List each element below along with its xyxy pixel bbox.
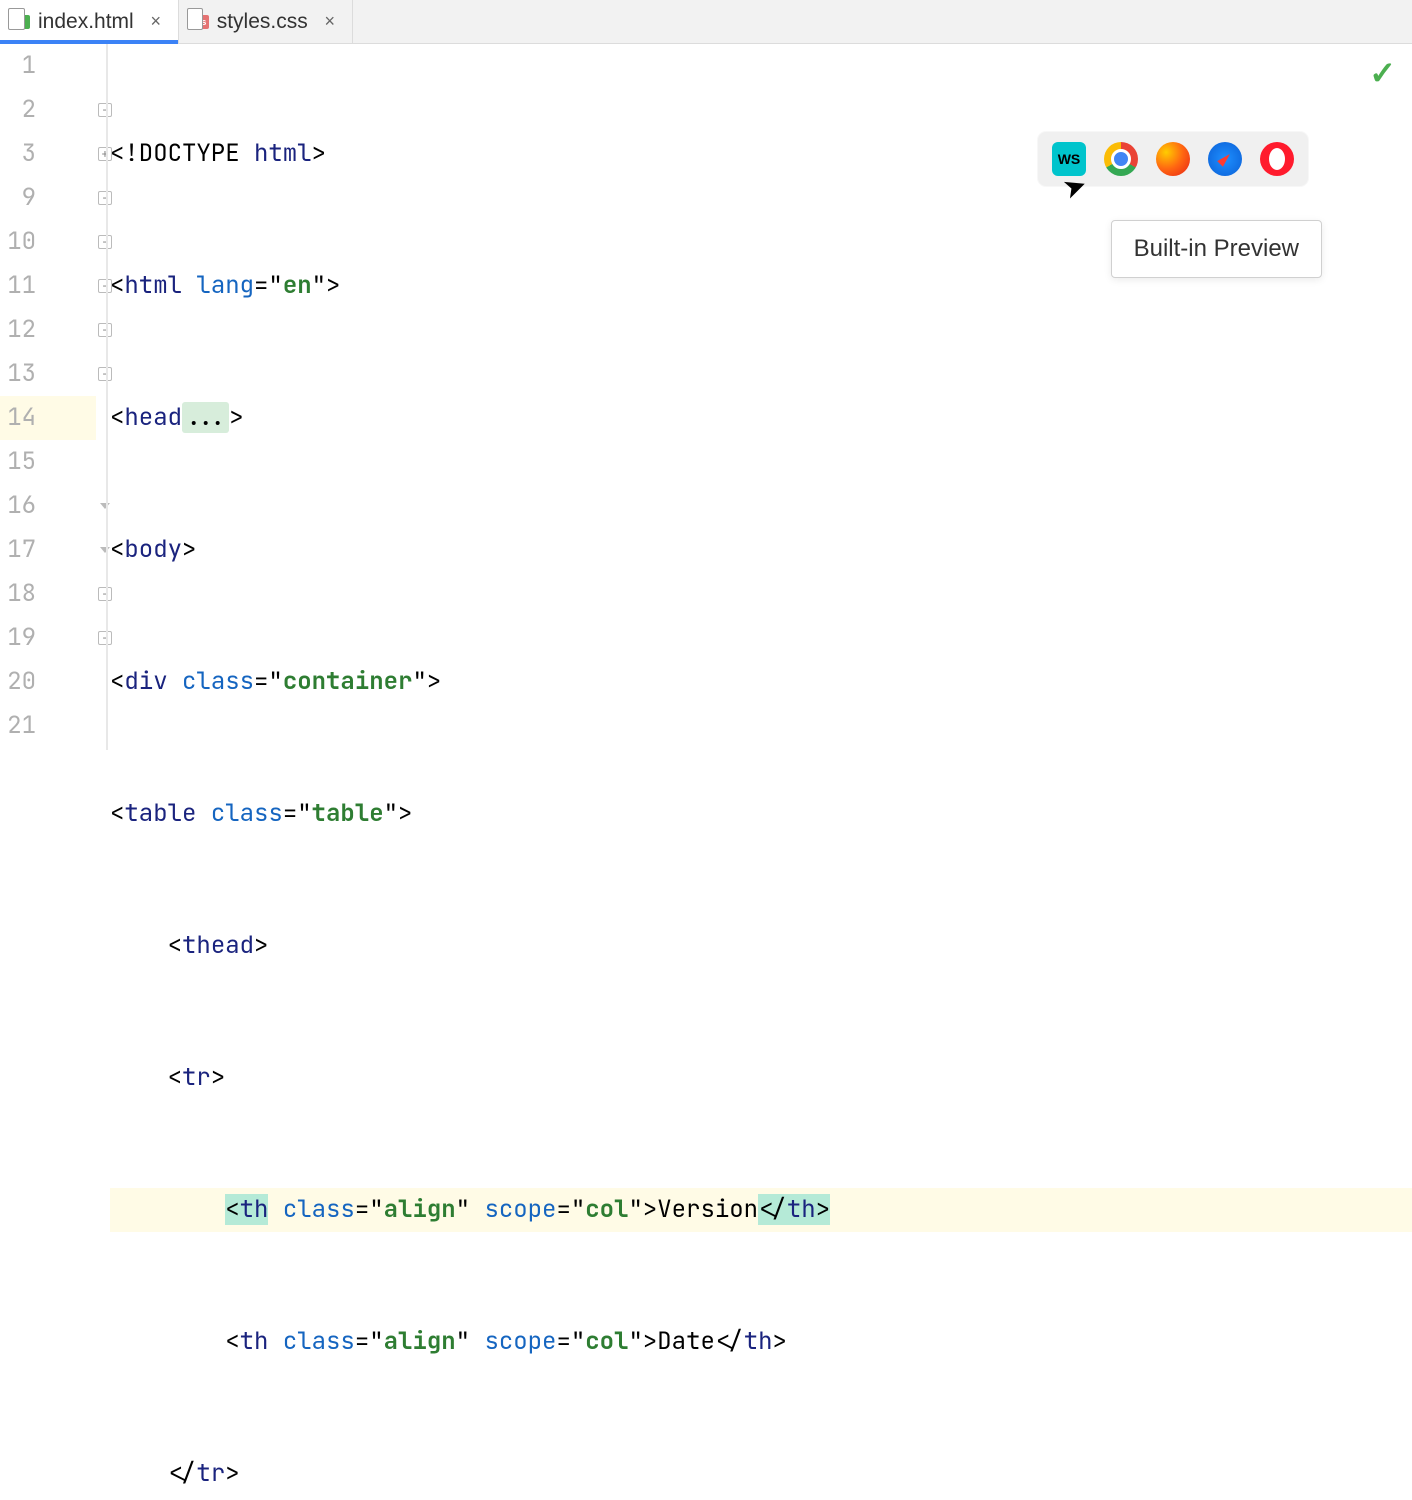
inspection-ok-icon[interactable]: ✓	[1369, 54, 1396, 92]
line-number: 16	[0, 484, 96, 528]
line-number: 21	[0, 704, 96, 748]
line-number: 1	[0, 44, 96, 88]
tab-label: styles.css	[217, 10, 308, 34]
code-line: <th class="align" scope="col">Date</th>	[110, 1320, 1412, 1364]
css-file-icon: css	[187, 11, 209, 33]
firefox-icon[interactable]	[1156, 142, 1190, 176]
code-line: </tr>	[110, 1452, 1412, 1496]
tab-label: index.html	[38, 10, 134, 34]
opera-icon[interactable]	[1260, 142, 1294, 176]
line-number: 3	[0, 132, 96, 176]
line-number: 20	[0, 660, 96, 704]
tab-bar: H index.html × css styles.css ×	[0, 0, 1412, 44]
line-number: 15	[0, 440, 96, 484]
folded-region[interactable]: ...	[182, 402, 229, 433]
code-line: <div class="container">	[110, 660, 1412, 704]
code-line: <tr>	[110, 1056, 1412, 1100]
tab-styles-css[interactable]: css styles.css ×	[179, 0, 353, 43]
line-number: 9	[0, 176, 96, 220]
line-number: 14	[0, 396, 96, 440]
line-number: 10	[0, 220, 96, 264]
close-icon[interactable]: ×	[322, 14, 338, 30]
chrome-icon[interactable]	[1104, 142, 1138, 176]
line-number: 2	[0, 88, 96, 132]
line-number: 12	[0, 308, 96, 352]
code-line: <table class="table">	[110, 792, 1412, 836]
close-icon[interactable]: ×	[148, 14, 164, 30]
code-line: <th class="align" scope="col">Version</t…	[110, 1188, 1412, 1232]
line-number: 13	[0, 352, 96, 396]
line-number: 11	[0, 264, 96, 308]
line-number: 17	[0, 528, 96, 572]
safari-icon[interactable]	[1208, 142, 1242, 176]
gutter: 1 2 3 9 10 11 12 13 14 15 16 17 18 19 20…	[0, 44, 100, 750]
line-number: 18	[0, 572, 96, 616]
code-line: <body>	[110, 528, 1412, 572]
tooltip: Built-in Preview	[1111, 220, 1322, 278]
code-line: <head...>	[110, 396, 1412, 440]
tab-index-html[interactable]: H index.html ×	[0, 0, 179, 43]
line-number: 19	[0, 616, 96, 660]
code-line: <thead>	[110, 924, 1412, 968]
html-file-icon: H	[8, 11, 30, 33]
